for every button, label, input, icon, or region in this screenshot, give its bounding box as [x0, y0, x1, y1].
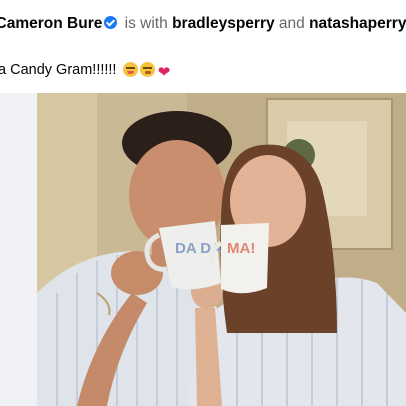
feed-gutter	[0, 93, 37, 406]
post-photo[interactable]: DA DA MA!	[37, 93, 406, 406]
mug-mama-text: MA!	[227, 240, 255, 257]
red-heart-icon: ❤	[157, 64, 171, 81]
post-author-line: ce Cameron Bure is with bradleysperry an…	[0, 14, 406, 34]
with-text: is with	[124, 15, 168, 32]
smiling-face-with-hearts-icon	[139, 62, 155, 77]
caption-text: a Candy Gram!!!!!!	[0, 62, 121, 78]
post-header: ce Cameron Bure is with bradleysperry an…	[0, 8, 406, 64]
verified-badge-icon	[104, 16, 118, 29]
tagged-user-link-2[interactable]: natashaperry	[309, 15, 406, 32]
author-name-link[interactable]: ce Cameron Bure	[0, 15, 102, 32]
and-text: and	[278, 15, 305, 32]
tagged-user-link-1[interactable]: bradleysperry	[172, 15, 275, 32]
post-caption: a Candy Gram!!!!!! ❤	[0, 62, 172, 80]
photo-illustration: DA DA MA!	[37, 93, 406, 406]
face-holding-back-tears-icon	[122, 62, 138, 77]
